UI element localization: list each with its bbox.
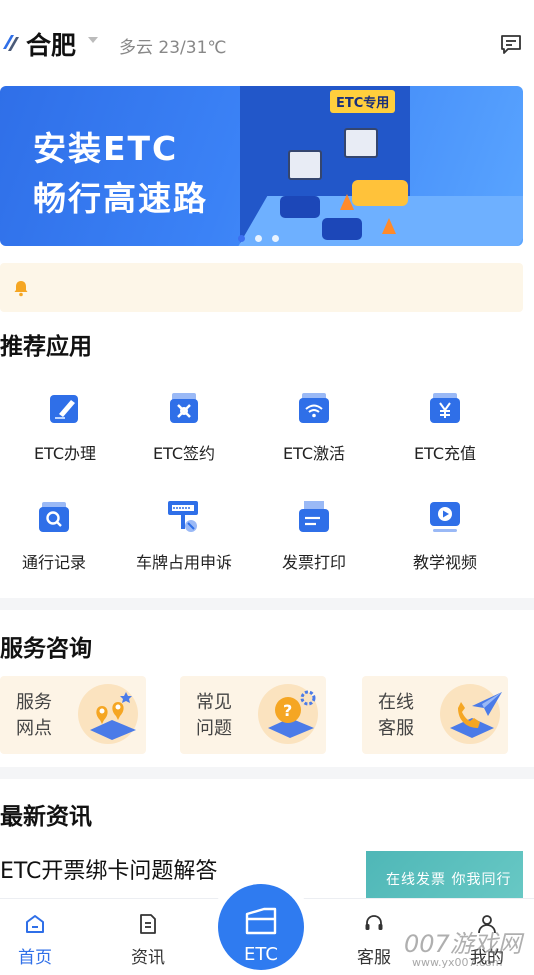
section-divider bbox=[0, 598, 534, 610]
service-label: 在线客服 bbox=[378, 692, 414, 739]
watermark: 007游戏网 bbox=[404, 930, 522, 958]
video-play-icon bbox=[430, 502, 460, 532]
banner-tag: ETC专用 bbox=[330, 90, 396, 113]
headset-icon bbox=[365, 915, 383, 930]
yen-card-icon bbox=[430, 393, 460, 423]
app-pass-records[interactable]: 通行记录 bbox=[0, 499, 119, 589]
tab-label: 资讯 bbox=[131, 948, 165, 968]
chevron-down-icon[interactable] bbox=[88, 37, 98, 43]
notice-bar[interactable] bbox=[0, 263, 523, 312]
news-thumbnail-caption: 在线发票 你我同行 bbox=[386, 872, 512, 888]
app-label: ETC签约 bbox=[152, 444, 216, 463]
banner-title: 安装ETC bbox=[33, 129, 179, 168]
service-title: 服务咨询 bbox=[0, 636, 92, 662]
banner-car bbox=[322, 218, 362, 240]
toll-booth bbox=[288, 150, 322, 180]
traffic-cone bbox=[340, 194, 354, 210]
carousel-dot[interactable] bbox=[238, 235, 245, 242]
edit-card-icon bbox=[50, 395, 78, 423]
question-gear-icon: ? bbox=[268, 690, 316, 738]
city-selector[interactable]: 合肥 bbox=[26, 26, 76, 62]
app-etc-apply[interactable]: ETC办理 bbox=[0, 390, 130, 480]
app-tutorial-video[interactable]: 教学视频 bbox=[380, 499, 510, 589]
weather-info: 多云 23/31℃ bbox=[119, 38, 227, 58]
section-divider bbox=[0, 767, 534, 779]
etc-card-icon bbox=[245, 907, 277, 935]
banner-car bbox=[352, 180, 408, 206]
location-pins-icon bbox=[90, 692, 136, 740]
service-outlets-card[interactable]: 服务网点 bbox=[0, 676, 146, 754]
app-etc-recharge[interactable]: ETC充值 bbox=[380, 390, 510, 480]
app-label: 教学视频 bbox=[412, 553, 477, 572]
contract-icon bbox=[170, 393, 198, 423]
etc-button-label: ETC bbox=[244, 944, 278, 965]
service-label: 常见问题 bbox=[196, 692, 232, 739]
news-section-title: 最新资讯 bbox=[0, 804, 92, 830]
app-label: ETC办理 bbox=[33, 444, 97, 463]
app-plate-appeal[interactable]: 车牌占用申诉 bbox=[119, 499, 249, 589]
faq-card[interactable]: 常见问题 ? bbox=[180, 676, 326, 754]
online-support-card[interactable]: 在线客服 bbox=[362, 676, 508, 754]
phone-plane-icon bbox=[450, 692, 502, 738]
tab-label: 客服 bbox=[357, 948, 391, 968]
tab-customer-service[interactable]: 客服 bbox=[339, 899, 409, 968]
plate-appeal-icon bbox=[168, 501, 198, 532]
tab-label: 首页 bbox=[18, 948, 52, 968]
tab-news[interactable]: 资讯 bbox=[113, 899, 183, 968]
news-doc-icon bbox=[140, 914, 156, 934]
app-label: ETC充值 bbox=[413, 444, 477, 463]
watermark-url: www.yx007.com bbox=[412, 956, 503, 969]
banner-subtitle: 畅行高速路 bbox=[33, 179, 208, 218]
app-etc-sign[interactable]: ETC签约 bbox=[119, 390, 249, 480]
toll-booth bbox=[344, 128, 378, 158]
service-label: 服务网点 bbox=[16, 692, 52, 739]
search-record-icon bbox=[39, 502, 69, 532]
app-label: 车牌占用申诉 bbox=[135, 553, 232, 572]
carousel-dot[interactable] bbox=[272, 235, 279, 242]
tab-home[interactable]: 首页 bbox=[0, 899, 70, 968]
app-invoice-print[interactable]: 发票打印 bbox=[249, 499, 379, 589]
svg-text:?: ? bbox=[283, 701, 292, 720]
app-etc-activate[interactable]: ETC激活 bbox=[249, 390, 379, 480]
traffic-cone bbox=[382, 218, 396, 234]
app-label: 通行记录 bbox=[21, 553, 86, 572]
message-icon[interactable] bbox=[500, 33, 522, 55]
carousel-indicator bbox=[238, 227, 289, 246]
carousel-dot[interactable] bbox=[255, 235, 262, 242]
app-logo-icon bbox=[3, 35, 19, 51]
wifi-card-icon bbox=[299, 393, 329, 423]
printer-icon bbox=[299, 501, 329, 532]
recommended-title: 推荐应用 bbox=[0, 334, 92, 360]
top-header: 合肥 多云 23/31℃ bbox=[0, 22, 534, 66]
bell-icon bbox=[14, 281, 28, 297]
home-icon bbox=[26, 915, 44, 933]
promo-banner[interactable]: ETC专用 安装ETC 畅行高速路 bbox=[0, 86, 523, 246]
banner-car bbox=[280, 196, 320, 218]
news-item-title[interactable]: ETC开票绑卡问题解答 bbox=[0, 853, 217, 885]
app-label: 发票打印 bbox=[281, 553, 346, 572]
app-label: ETC激活 bbox=[282, 444, 346, 463]
